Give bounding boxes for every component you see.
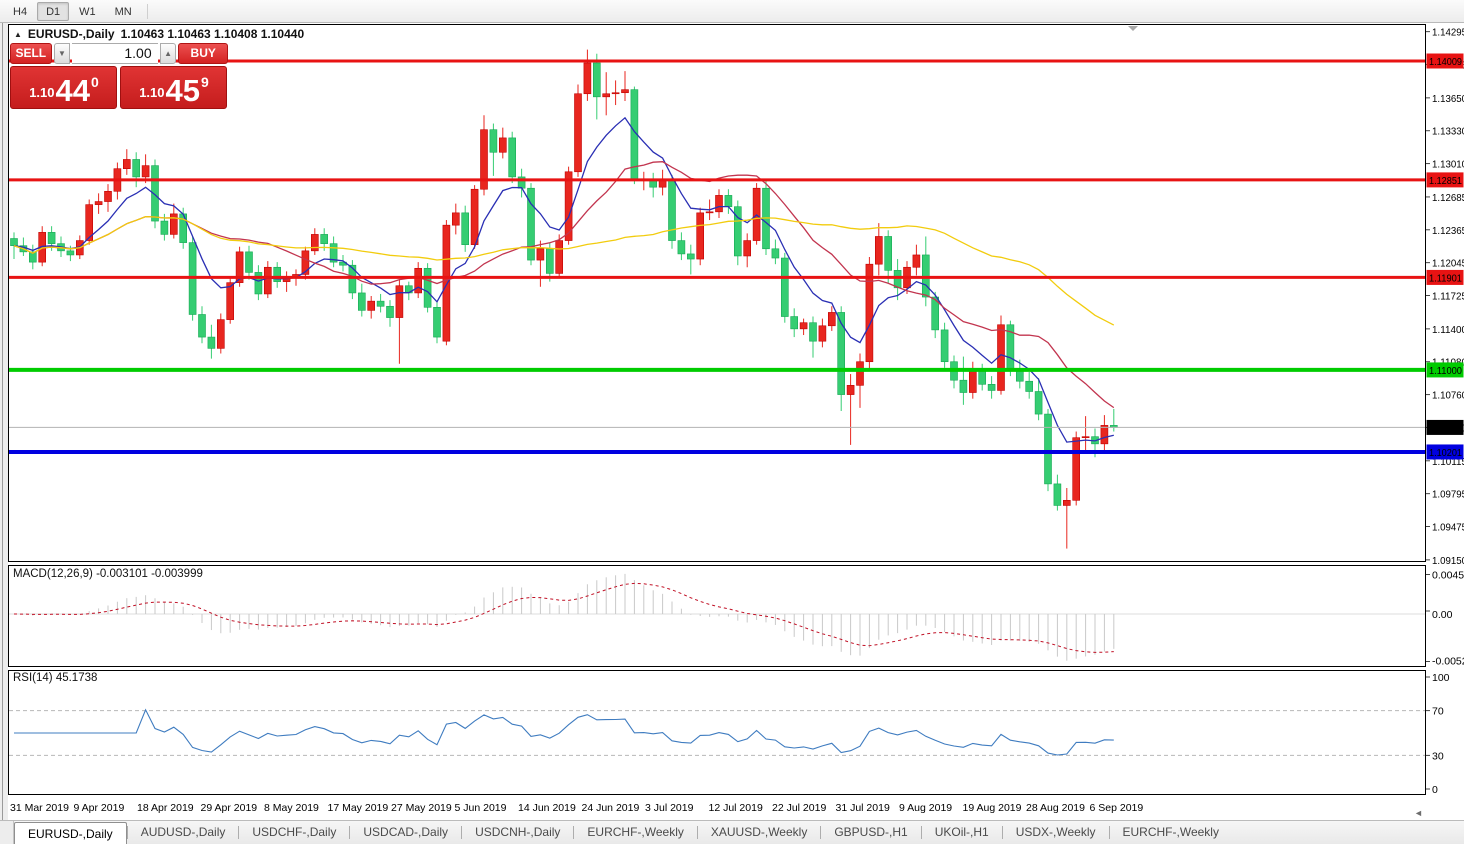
- scroll-left-icon[interactable]: ◄: [1414, 808, 1433, 818]
- svg-text:9 Aug 2019: 9 Aug 2019: [899, 802, 952, 814]
- collapse-chart-arrow[interactable]: ▲: [14, 30, 22, 39]
- svg-text:0.00: 0.00: [1432, 609, 1453, 621]
- rsi-indicator-label: RSI(14) 45.1738: [13, 672, 98, 684]
- svg-text:1.11400: 1.11400: [1432, 324, 1464, 336]
- svg-text:1.13650: 1.13650: [1432, 93, 1464, 105]
- chart-tab-10-eurchf-weekly[interactable]: EURCHF-,Weekly: [1110, 821, 1232, 844]
- svg-text:0.004536: 0.004536: [1432, 570, 1464, 582]
- svg-text:1.14009: 1.14009: [1429, 56, 1462, 68]
- timeframe-button-d1[interactable]: D1: [37, 1, 70, 21]
- svg-text:8 May 2019: 8 May 2019: [264, 802, 319, 814]
- timeframe-button-mn[interactable]: MN: [106, 2, 141, 21]
- svg-text:12 Jul 2019: 12 Jul 2019: [709, 802, 763, 814]
- chart-title-row: ▲ EURUSD-,Daily 1.10463 1.10463 1.10408 …: [14, 27, 304, 41]
- macd-indicator-label: MACD(12,26,9) -0.003101 -0.003999: [13, 568, 203, 580]
- chart-symbol-title: EURUSD-,Daily: [27, 27, 115, 41]
- svg-text:24 Jun 2019: 24 Jun 2019: [582, 802, 640, 814]
- tab-bar-gutter: [0, 821, 14, 844]
- timeframe-button-h4[interactable]: H4: [4, 2, 36, 21]
- svg-text:31 Mar 2019: 31 Mar 2019: [10, 802, 69, 814]
- volume-increase-button[interactable]: ▲: [159, 43, 177, 64]
- window-left-gutter: [0, 23, 8, 820]
- svg-text:31 Jul 2019: 31 Jul 2019: [836, 802, 890, 814]
- price-axis[interactable]: 1.142951.139751.136501.133301.130101.126…: [1426, 27, 1464, 567]
- svg-text:28 Aug 2019: 28 Aug 2019: [1026, 802, 1085, 814]
- time-axis[interactable]: 31 Mar 2019 9 Apr 2019 18 Apr 2019 29 Apr 2…: [10, 802, 1143, 814]
- svg-text:1.11000: 1.11000: [1429, 365, 1462, 377]
- chart-tab-0-eurusd-daily[interactable]: EURUSD-,Daily: [14, 822, 127, 844]
- svg-text:9 Apr 2019: 9 Apr 2019: [74, 802, 125, 814]
- buy-price-sup: 9: [201, 74, 209, 90]
- buy-button[interactable]: BUY: [178, 43, 228, 64]
- volume-input[interactable]: 1.00: [72, 43, 158, 64]
- svg-text:1.13330: 1.13330: [1432, 126, 1464, 138]
- svg-text:1.10440: 1.10440: [1429, 422, 1462, 434]
- chart-tab-4-usdcnh-daily[interactable]: USDCNH-,Daily: [462, 821, 573, 844]
- sell-price-sup: 0: [91, 74, 99, 90]
- svg-text:22 Jul 2019: 22 Jul 2019: [772, 802, 826, 814]
- chart-window-border: [8, 670, 1426, 795]
- svg-text:18 Apr 2019: 18 Apr 2019: [137, 802, 194, 814]
- svg-text:6 Sep 2019: 6 Sep 2019: [1090, 802, 1144, 814]
- timeframe-button-w1[interactable]: W1: [70, 2, 105, 21]
- timeframe-toolbar: H4 D1 W1 MN: [0, 0, 1464, 23]
- chart-tab-1-audusd-daily[interactable]: AUDUSD-,Daily: [128, 821, 239, 844]
- svg-text:1.11725: 1.11725: [1432, 290, 1464, 302]
- chart-tab-6-xauusd-weekly[interactable]: XAUUSD-,Weekly: [698, 821, 820, 844]
- buy-price-panel[interactable]: 1.10 45 9: [120, 66, 227, 109]
- chart-tab-3-usdcad-daily[interactable]: USDCAD-,Daily: [350, 821, 461, 844]
- sell-price-big: 44: [55, 72, 90, 108]
- svg-text:30: 30: [1432, 750, 1444, 762]
- chart-tab-8-ukoil-h1[interactable]: UKOil-,H1: [922, 821, 1002, 844]
- svg-text:0: 0: [1432, 784, 1438, 796]
- svg-text:29 Apr 2019: 29 Apr 2019: [201, 802, 258, 814]
- svg-text:1.09150: 1.09150: [1432, 555, 1464, 567]
- terminal-window: H4D1W1MN 1.142951.139751.136501.133301.1…: [0, 0, 1464, 844]
- buy-price-big: 45: [165, 72, 200, 108]
- sell-price-base: 1.10: [29, 85, 55, 100]
- svg-text:5 Jun 2019: 5 Jun 2019: [455, 802, 507, 814]
- chart-ohlc-values: 1.10463 1.10463 1.10408 1.10440: [120, 27, 305, 41]
- svg-text:14 Jun 2019: 14 Jun 2019: [518, 802, 576, 814]
- chart-tab-2-usdchf-daily[interactable]: USDCHF-,Daily: [239, 821, 349, 844]
- svg-text:1.11901: 1.11901: [1429, 272, 1462, 284]
- svg-text:1.10201: 1.10201: [1429, 447, 1462, 459]
- svg-text:70: 70: [1432, 706, 1444, 718]
- chart-tab-5-eurchf-weekly[interactable]: EURCHF-,Weekly: [574, 821, 696, 844]
- svg-text:100: 100: [1432, 672, 1450, 684]
- svg-text:17 May 2019: 17 May 2019: [328, 802, 389, 814]
- rsi-axis[interactable]: 100 70 30 0: [1426, 672, 1450, 796]
- volume-decrease-button[interactable]: ▼: [53, 43, 71, 64]
- chart-tab-bar: EURUSD-,Daily AUDUSD-,Daily USDCHF-,Daily U…: [0, 820, 1464, 844]
- chart-canvas[interactable]: 1.142951.139751.136501.133301.130101.126…: [0, 0, 1464, 844]
- chart-tab-7-gbpusd-h1[interactable]: GBPUSD-,H1: [821, 821, 920, 844]
- svg-text:27 May 2019: 27 May 2019: [391, 802, 452, 814]
- svg-text:1.12365: 1.12365: [1432, 225, 1464, 237]
- sell-button[interactable]: SELL: [10, 43, 52, 64]
- svg-text:1.10760: 1.10760: [1432, 390, 1464, 402]
- buy-price-base: 1.10: [139, 85, 165, 100]
- chart-tab-9-usdx-weekly[interactable]: USDX-,Weekly: [1003, 821, 1109, 844]
- one-click-trading-panel: SELL ▼ 1.00 ▲ BUY 1.10 44 0 1.10 45 9: [10, 43, 228, 109]
- macd-axis[interactable]: 0.004536 0.00 -0.005205: [1426, 570, 1464, 668]
- svg-text:-0.005205: -0.005205: [1432, 655, 1464, 667]
- svg-text:1.09475: 1.09475: [1432, 522, 1464, 534]
- toolbar-separator: [146, 3, 148, 19]
- svg-text:1.09795: 1.09795: [1432, 489, 1464, 501]
- svg-text:1.14295: 1.14295: [1432, 27, 1464, 39]
- svg-text:1.12851: 1.12851: [1429, 175, 1462, 187]
- svg-text:3 Jul 2019: 3 Jul 2019: [645, 802, 694, 814]
- svg-text:19 Aug 2019: 19 Aug 2019: [963, 802, 1022, 814]
- svg-text:1.13010: 1.13010: [1432, 159, 1464, 171]
- svg-text:1.12045: 1.12045: [1432, 258, 1464, 270]
- sell-price-panel[interactable]: 1.10 44 0: [10, 66, 117, 109]
- svg-text:1.12685: 1.12685: [1432, 192, 1464, 204]
